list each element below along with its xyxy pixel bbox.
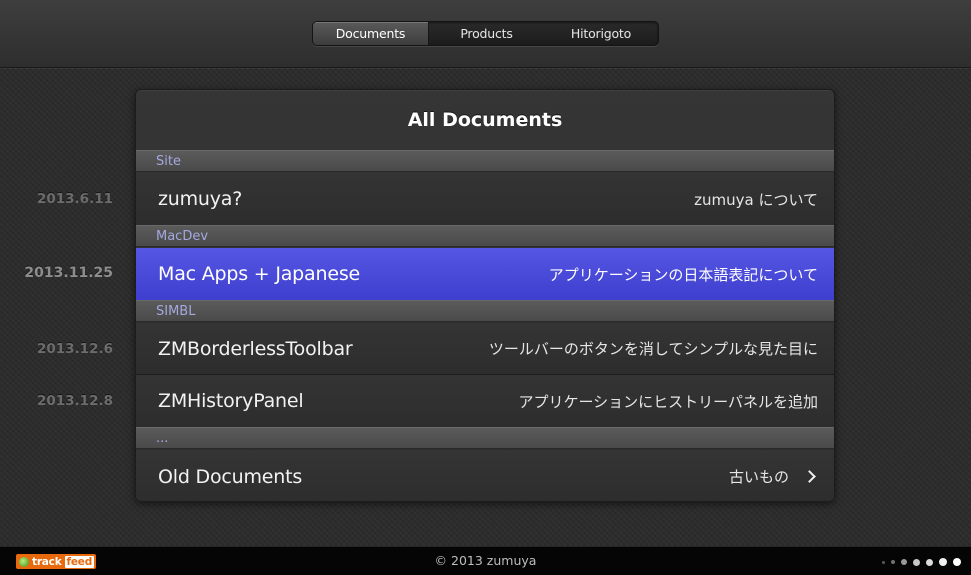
list-item[interactable]: ZMBorderlessToolbar ツールバーのボタンを消してシンプルな見た…	[136, 323, 834, 375]
row-subtitle: zumuya について	[694, 190, 818, 209]
footer: track feed © 2013 zumuya	[0, 546, 971, 575]
tab-products[interactable]: Products	[429, 22, 544, 45]
section-header-more: ...	[136, 427, 834, 449]
row-subtitle-group: 古いもの	[729, 466, 818, 487]
segmented-control: Documents Products Hitorigoto	[312, 21, 659, 46]
page-dot[interactable]	[882, 560, 885, 564]
page-dot[interactable]	[953, 558, 961, 566]
tab-documents[interactable]: Documents	[313, 22, 429, 45]
page-indicator	[882, 558, 961, 566]
tab-hitorigoto[interactable]: Hitorigoto	[544, 22, 658, 45]
documents-panel: All Documents Site zumuya? zumuya について M…	[135, 89, 835, 502]
list-item[interactable]: ZMHistoryPanel アプリケーションにヒストリーパネルを追加	[136, 375, 834, 427]
row-subtitle: ツールバーのボタンを消してシンプルな見た目に	[488, 340, 818, 358]
row-title: ZMBorderlessToolbar	[158, 337, 353, 360]
page-dot[interactable]	[913, 558, 920, 566]
date-label: 2013.6.11	[36, 191, 113, 207]
old-documents-row[interactable]: Old Documents 古いもの	[136, 450, 834, 501]
section-header-macdev: MacDev	[136, 225, 834, 247]
page-dot[interactable]	[939, 558, 947, 566]
page-dot[interactable]	[901, 559, 907, 565]
date-label: 2013.12.8	[36, 393, 113, 409]
panel-title: All Documents	[407, 109, 563, 131]
row-subtitle: 古いもの	[728, 468, 789, 486]
list-item[interactable]: zumuya? zumuya について	[136, 173, 834, 225]
date-label: 2013.11.25	[24, 265, 113, 281]
page-dot[interactable]	[926, 558, 933, 566]
section-header-simbl: SIMBL	[136, 300, 834, 322]
chevron-right-icon	[803, 470, 816, 483]
row-title: Old Documents	[158, 465, 303, 488]
row-subtitle: アプリケーションにヒストリーパネルを追加	[518, 392, 818, 411]
row-title: Mac Apps + Japanese	[158, 263, 361, 285]
section-header-site: Site	[136, 150, 834, 172]
row-subtitle: アプリケーションの日本語表記について	[548, 265, 818, 284]
row-title: zumuya?	[158, 188, 243, 210]
date-label: 2013.12.6	[36, 341, 113, 357]
copyright: © 2013 zumuya	[434, 553, 537, 568]
page-dot[interactable]	[891, 560, 895, 564]
row-title: ZMHistoryPanel	[158, 390, 304, 412]
top-bar: Documents Products Hitorigoto	[0, 0, 971, 68]
list-item-selected[interactable]: Mac Apps + Japanese アプリケーションの日本語表記について	[136, 248, 834, 300]
